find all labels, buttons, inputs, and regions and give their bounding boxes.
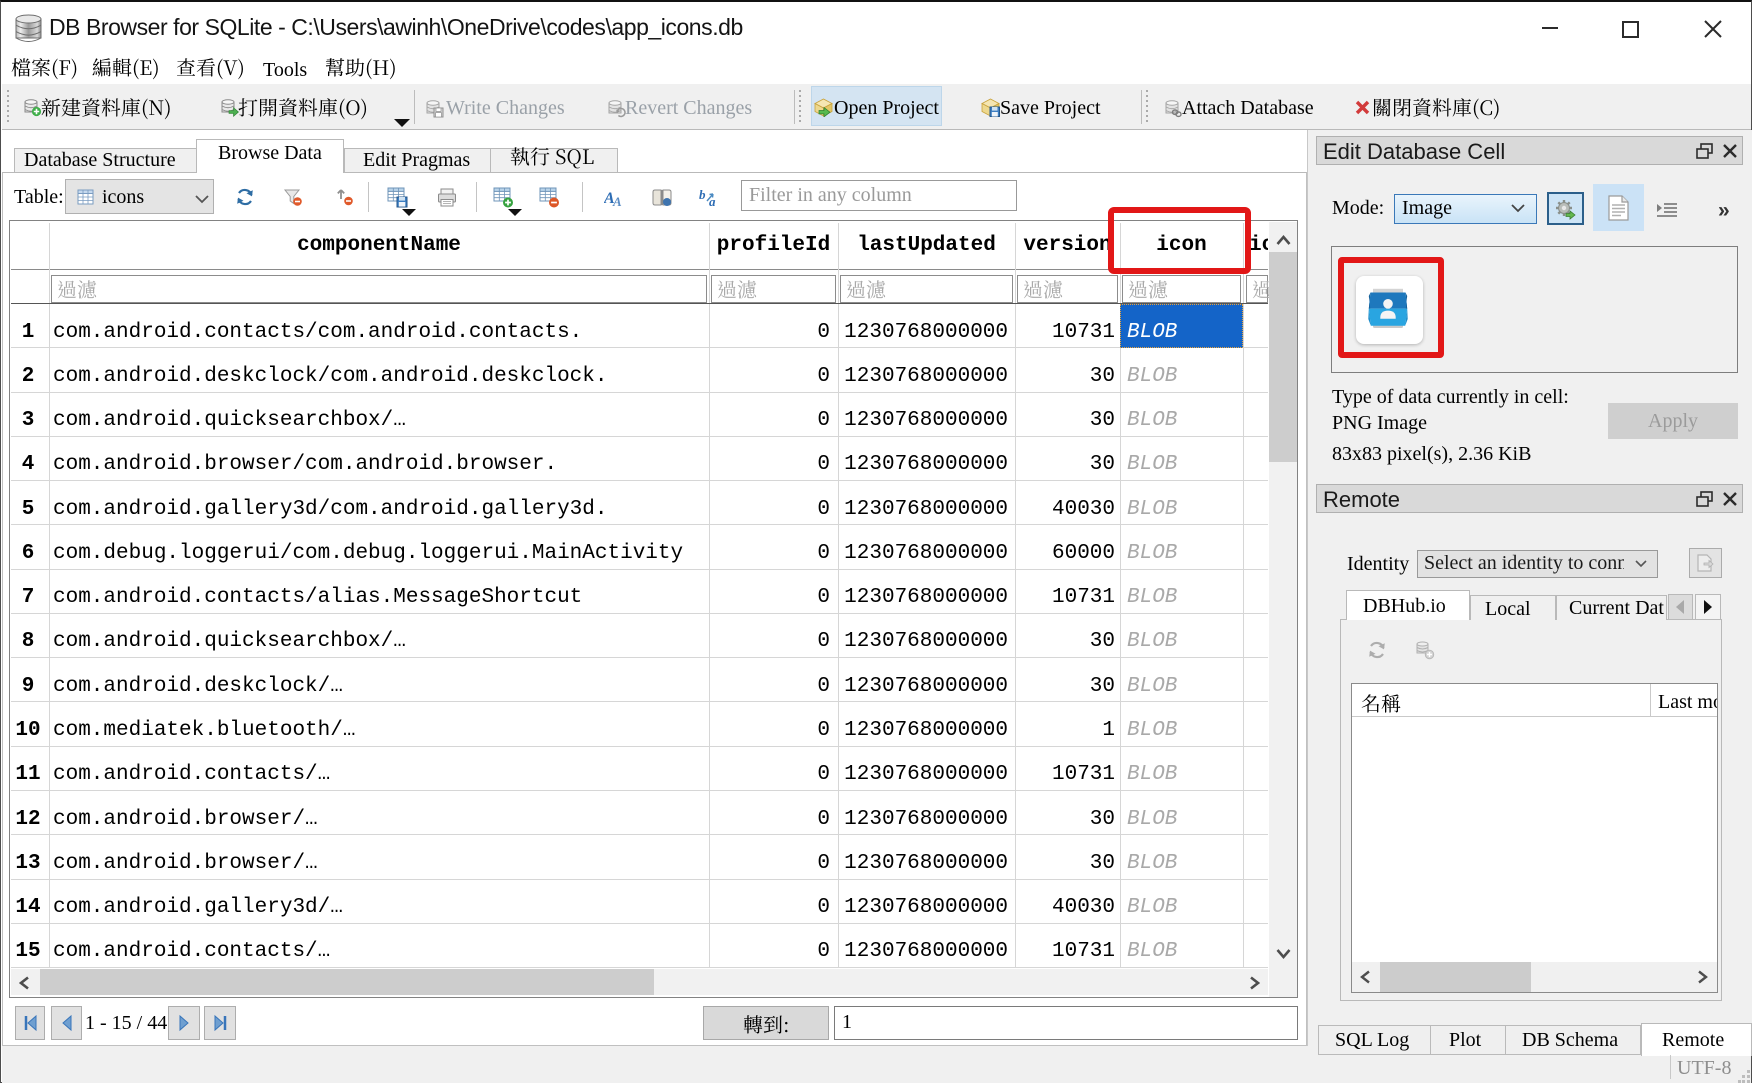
svg-text:b: b — [699, 188, 706, 202]
svg-text:A: A — [612, 194, 622, 207]
